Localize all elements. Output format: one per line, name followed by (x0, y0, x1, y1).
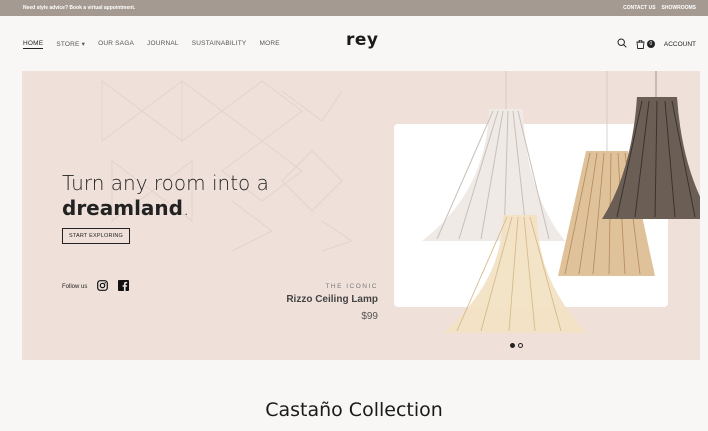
follow-us-label: Follow us (62, 283, 88, 290)
menu-item-store[interactable]: STORE ▾ (56, 40, 85, 49)
main-menu: HOME STORE ▾ OUR SAGA JOURNAL SUSTAINABI… (23, 40, 280, 49)
menu-item-more[interactable]: MORE (259, 40, 279, 49)
hero-headline: Turn any room into a dreamland. (62, 171, 269, 221)
headline-line-2: dreamland (62, 196, 183, 220)
site-logo[interactable]: rey (346, 30, 379, 50)
product-caption: THE ICONIC Rizzo Ceiling Lamp $99 (286, 283, 378, 322)
announcement-bar: Need style advice? Book a virtual appoin… (0, 0, 708, 16)
menu-item-store-label: STORE (56, 41, 80, 48)
pendant-lamps-image (422, 71, 700, 333)
slider-dots (510, 343, 523, 348)
section-title: Castaño Collection (265, 399, 443, 421)
product-price: $99 (361, 311, 378, 322)
headline-line-1: Turn any room into a (62, 171, 269, 195)
account-link[interactable]: ACCOUNT (664, 41, 696, 48)
start-exploring-button[interactable]: START EXPLORING (62, 228, 130, 244)
search-icon[interactable] (617, 38, 627, 50)
contact-us-link[interactable]: CONTACT US (623, 5, 655, 11)
shopping-bag-icon (636, 39, 645, 49)
hero-slider: Turn any room into a dreamland. START EX… (22, 71, 700, 360)
announcement-text[interactable]: Need style advice? Book a virtual appoin… (23, 5, 135, 11)
slide-dot-2[interactable] (518, 343, 523, 348)
instagram-icon[interactable] (97, 280, 109, 293)
cart-button[interactable]: 0 (636, 39, 655, 49)
cart-count-badge: 0 (646, 40, 655, 48)
slide-dot-1[interactable] (510, 343, 515, 348)
social-follow: Follow us (62, 280, 130, 293)
main-header: HOME STORE ▾ OUR SAGA JOURNAL SUSTAINABI… (0, 16, 708, 70)
menu-item-journal[interactable]: JOURNAL (147, 40, 179, 49)
geometric-pattern (101, 80, 354, 251)
menu-item-sustainability[interactable]: SUSTAINABILITY (192, 40, 247, 49)
facebook-icon[interactable] (118, 280, 130, 293)
chevron-down-icon: ▾ (81, 41, 86, 48)
product-kicker: THE ICONIC (325, 283, 378, 290)
top-links: CONTACT US SHOWROOMS (623, 5, 696, 11)
product-name[interactable]: Rizzo Ceiling Lamp (286, 294, 378, 305)
menu-item-home[interactable]: HOME (23, 40, 44, 49)
header-actions: 0 ACCOUNT (617, 38, 696, 50)
headline-dot: . (183, 196, 190, 220)
showrooms-link[interactable]: SHOWROOMS (662, 5, 696, 11)
menu-item-our-saga[interactable]: OUR SAGA (98, 40, 134, 49)
